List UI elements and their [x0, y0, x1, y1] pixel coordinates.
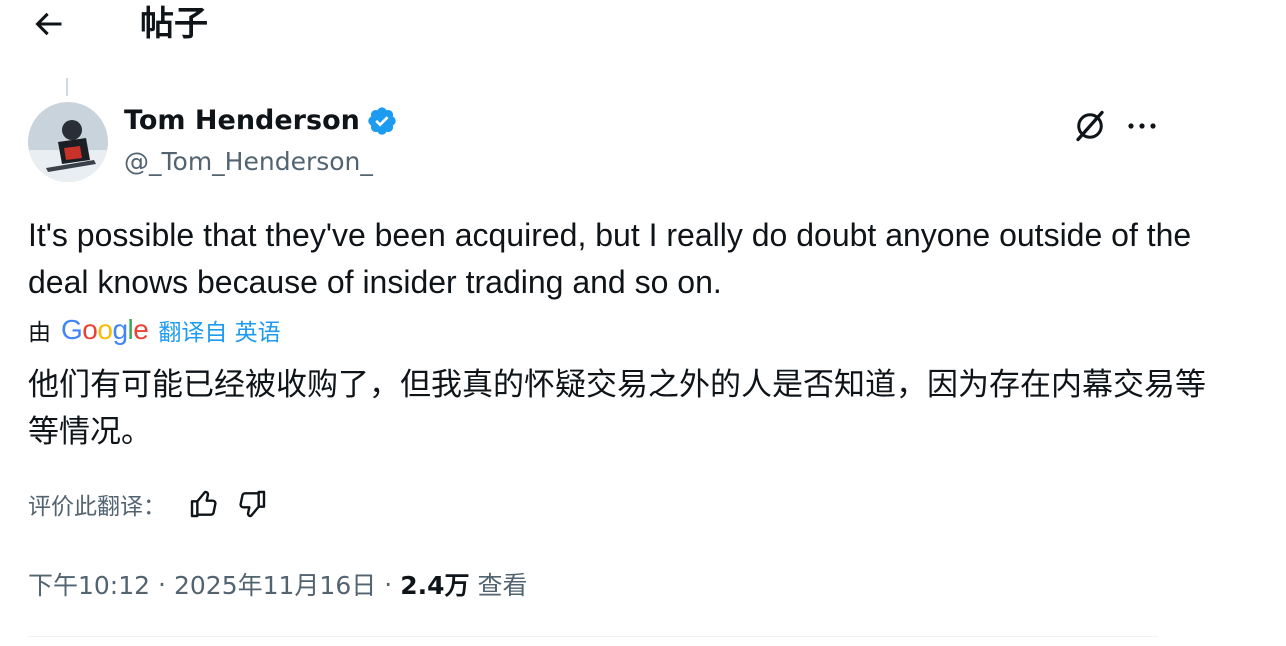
- thumbs-up-icon[interactable]: [188, 488, 220, 520]
- rate-translation-row: 评价此翻译：: [28, 484, 268, 524]
- thread-connector-line: [66, 78, 68, 96]
- top-bar: 帖子: [0, 0, 1286, 50]
- thumbs-down-icon[interactable]: [236, 488, 268, 520]
- meta-separator: ·: [158, 569, 166, 599]
- avatar[interactable]: [28, 102, 108, 182]
- tweet-time[interactable]: 下午10:12: [28, 566, 150, 602]
- translation-attribution: 由 Google 翻译自 英语: [28, 312, 281, 348]
- author-handle[interactable]: @_Tom_Henderson_: [124, 144, 373, 180]
- meta-separator: ·: [384, 569, 393, 599]
- translated-by-label: 由: [28, 320, 51, 346]
- tweet-text: It's possible that they've been acquired…: [28, 217, 1192, 300]
- tweet-meta: 下午10:12 · 2025年11月16日 · 2.4万 查看: [28, 564, 528, 604]
- verified-badge-icon: [368, 107, 396, 135]
- views-label: 查看: [477, 571, 528, 600]
- more-horizontal-icon[interactable]: [1122, 108, 1162, 144]
- translated-text: 他们有可能已经被收购了，但我真的怀疑交易之外的人是否知道，因为存在内幕交易等等情…: [28, 367, 1206, 450]
- author-name-row[interactable]: Tom Henderson: [124, 102, 398, 140]
- views-count: 2.4万: [400, 571, 470, 600]
- google-logo: Google: [61, 314, 149, 345]
- divider: [28, 636, 1158, 637]
- page-title: 帖子: [140, 4, 208, 44]
- tweet-date[interactable]: 2025年11月16日: [174, 566, 376, 602]
- rate-translation-label: 评价此翻译：: [28, 494, 166, 520]
- translated-from-link[interactable]: 翻译自 英语: [158, 313, 280, 347]
- grok-icon[interactable]: [1072, 108, 1108, 144]
- arrow-left-icon[interactable]: [30, 6, 66, 42]
- author-name[interactable]: Tom Henderson: [124, 102, 360, 140]
